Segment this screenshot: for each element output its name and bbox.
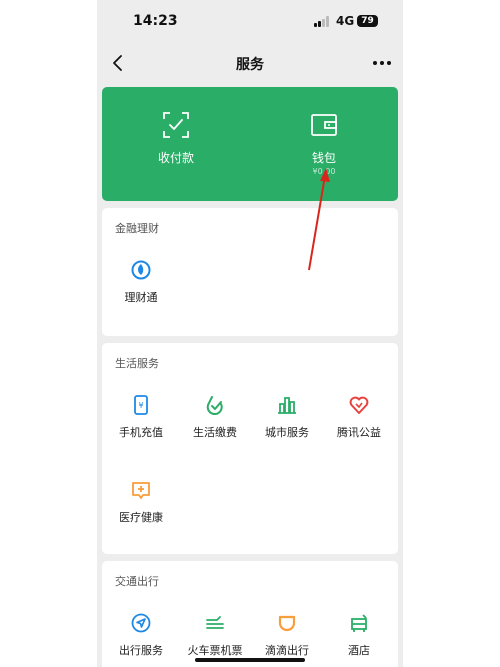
collect-pay-button[interactable]: 收付款: [102, 87, 250, 201]
licaitong-icon: [131, 260, 151, 280]
phone-screen: 14:23 4G 79 服务 收付款 钱包 ¥0.00 金融理财 理财通 生活服…: [97, 0, 403, 667]
scan-pay-icon: [163, 112, 189, 138]
travel-service-item[interactable]: 出行服务: [104, 613, 178, 667]
collect-pay-label: 收付款: [157, 151, 194, 165]
battery-icon: 79: [357, 15, 378, 27]
nav-bar: 服务: [97, 46, 403, 82]
travel-service-icon: [131, 613, 151, 633]
svg-text:¥: ¥: [138, 401, 143, 410]
phone-recharge-label: 手机充值: [119, 426, 163, 439]
didi-icon: [278, 615, 296, 632]
finance-section: 金融理财 理财通: [102, 208, 398, 336]
city-service-icon: [278, 397, 296, 414]
travel-section: 交通出行 出行服务 火车票机票 滴滴出行 酒店: [102, 561, 398, 667]
home-indicator[interactable]: [195, 658, 305, 662]
train-flight-label: 火车票机票: [187, 644, 243, 657]
status-bar: 14:23 4G 79: [97, 0, 403, 44]
hotel-icon: [351, 614, 367, 632]
more-icon: [373, 61, 391, 65]
wallet-button[interactable]: 钱包 ¥0.00: [250, 87, 398, 201]
city-service-label: 城市服务: [265, 426, 309, 439]
hotel-label: 酒店: [348, 644, 370, 657]
wallet-icon: [311, 114, 337, 136]
phone-recharge-item[interactable]: ¥ 手机充值: [104, 395, 178, 459]
life-payment-item[interactable]: 生活缴费: [178, 395, 252, 459]
page-title: 服务: [236, 57, 264, 73]
phone-recharge-icon: ¥: [134, 395, 148, 415]
wallet-panel: 收付款 钱包 ¥0.00: [102, 87, 398, 201]
medical-health-item[interactable]: 医疗健康: [104, 480, 178, 544]
signal-icon: [314, 16, 330, 27]
medical-health-label: 医疗健康: [119, 511, 163, 524]
section-title-finance: 金融理财: [115, 222, 159, 235]
life-payment-icon: [206, 396, 223, 415]
life-section: 生活服务 ¥ 手机充值 生活缴费 城市服务 腾讯公益 医疗健康: [102, 343, 398, 554]
travel-service-label: 出行服务: [119, 644, 163, 657]
network-type: 4G: [336, 14, 355, 28]
medical-health-icon: [132, 482, 150, 499]
city-service-item[interactable]: 城市服务: [250, 395, 324, 459]
life-payment-label: 生活缴费: [193, 426, 237, 439]
tencent-charity-icon: [349, 396, 369, 414]
tencent-charity-item[interactable]: 腾讯公益: [322, 395, 396, 459]
licaitong-label: 理财通: [124, 291, 158, 304]
hotel-item[interactable]: 酒店: [322, 613, 396, 667]
train-flight-icon: [206, 616, 224, 629]
licaitong-item[interactable]: 理财通: [104, 260, 178, 324]
tencent-charity-label: 腾讯公益: [337, 426, 381, 439]
wallet-balance: ¥0.00: [312, 167, 336, 176]
section-title-life: 生活服务: [115, 357, 159, 370]
didi-label: 滴滴出行: [265, 644, 309, 657]
section-title-travel: 交通出行: [115, 575, 159, 588]
more-button[interactable]: [369, 53, 395, 73]
wallet-label: 钱包: [311, 151, 336, 165]
status-time: 14:23: [133, 13, 178, 29]
